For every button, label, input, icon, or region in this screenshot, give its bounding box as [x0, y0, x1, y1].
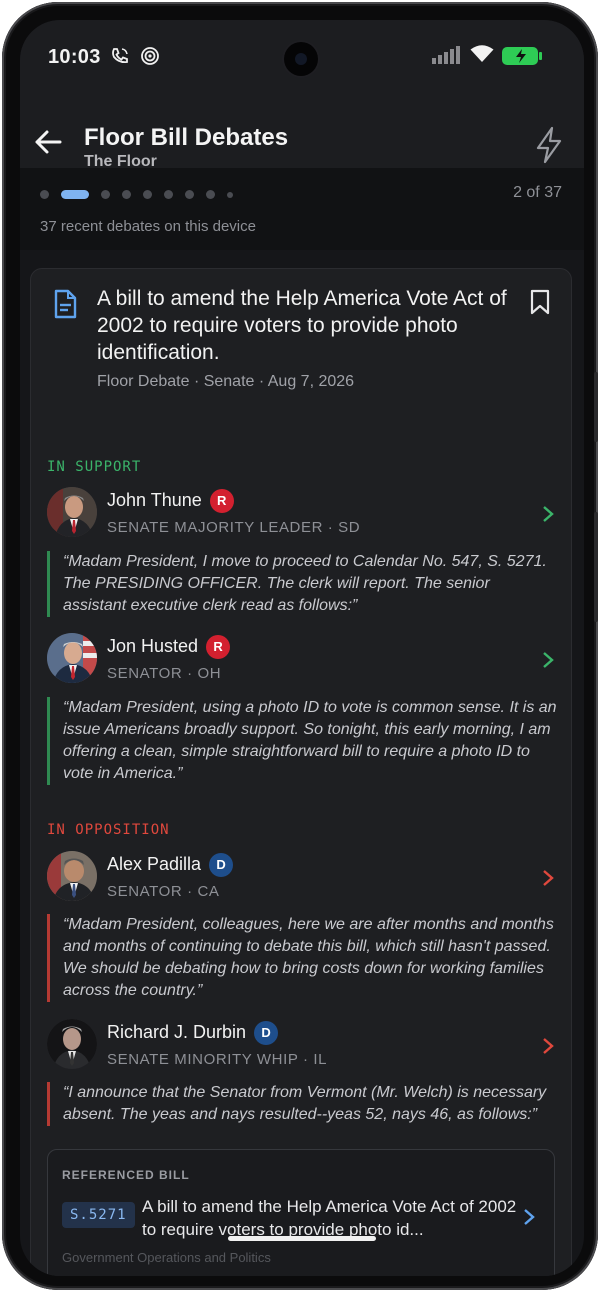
chevron-right-icon[interactable]: [541, 505, 555, 528]
speaker-role: SENATOR · OH: [107, 665, 222, 682]
wifi-icon: [470, 44, 494, 69]
page-dot-active[interactable]: [61, 190, 89, 199]
speaker-role: SENATOR · CA: [107, 883, 220, 900]
chevron-right-icon[interactable]: [541, 1037, 555, 1060]
page-dot[interactable]: [40, 190, 49, 199]
avatar: [47, 487, 97, 537]
page-title: Floor Bill Debates: [84, 124, 289, 151]
recent-debates-note: 37 recent debates on this device: [40, 218, 256, 235]
page-dot[interactable]: [206, 190, 215, 199]
speaker-name: Jon Husted R: [107, 635, 231, 659]
chevron-right-icon[interactable]: [541, 869, 555, 892]
clock: 10:03: [48, 46, 101, 68]
speaker-row-durbin[interactable]: Richard J. Durbin D SENATE MINORITY WHIP …: [47, 1019, 557, 1075]
signal-icon: [432, 46, 462, 69]
power-button: [594, 512, 598, 622]
bookmark-icon[interactable]: [529, 289, 551, 320]
referenced-bill-card[interactable]: REFERENCED BILL S.5271 A bill to amend t…: [47, 1149, 555, 1276]
speaker-row-husted[interactable]: Jon Husted R SENATOR · OH: [47, 633, 557, 689]
speaker-role: SENATE MAJORITY LEADER · SD: [107, 519, 361, 536]
page-counter: 2 of 37: [513, 184, 562, 201]
speaker-quote: “Madam President, colleagues, here we ar…: [47, 914, 557, 1002]
speaker-row-padilla[interactable]: Alex Padilla D SENATOR · CA: [47, 851, 557, 907]
lightning-bolt-icon[interactable]: [534, 126, 564, 169]
chevron-right-icon[interactable]: [541, 651, 555, 674]
speaker-name: Richard J. Durbin D: [107, 1021, 279, 1045]
hotspot-icon: [140, 46, 160, 71]
front-camera: [284, 42, 318, 76]
debate-title: A bill to amend the Help America Vote Ac…: [97, 287, 507, 364]
home-indicator[interactable]: [228, 1236, 376, 1241]
page-dot[interactable]: [101, 190, 110, 199]
in-support-label: IN SUPPORT: [47, 459, 142, 475]
page-dot[interactable]: [227, 191, 233, 198]
speaker-name: Alex Padilla D: [107, 853, 234, 877]
party-badge: D: [254, 1021, 279, 1045]
speaker-quote: “Madam President, I move to proceed to C…: [47, 551, 557, 617]
chevron-right-icon[interactable]: [522, 1208, 536, 1231]
document-icon: [53, 289, 77, 324]
referenced-bill-title: A bill to amend the Help America Vote Ac…: [142, 1197, 517, 1239]
party-badge: D: [209, 853, 234, 877]
phone-frame: 10:03 Floor Bill Debates The Floor 2 of …: [2, 2, 598, 1290]
speaker-role: SENATE MINORITY WHIP · IL: [107, 1051, 328, 1068]
bill-code-badge: S.5271: [62, 1202, 135, 1228]
avatar: [47, 851, 97, 901]
page-indicator[interactable]: [40, 190, 245, 199]
page-dot[interactable]: [185, 190, 194, 199]
party-badge: R: [206, 635, 231, 659]
page-dot[interactable]: [122, 190, 131, 199]
battery-charging-icon: [502, 46, 546, 71]
referenced-bill-category: Government Operations and Politics: [62, 1250, 271, 1265]
page-dot[interactable]: [164, 190, 173, 199]
speaker-quote: “I announce that the Senator from Vermon…: [47, 1082, 557, 1126]
avatar: [47, 633, 97, 683]
status-bar: 10:03: [20, 20, 584, 88]
volume-button: [594, 372, 598, 442]
screen: 10:03 Floor Bill Debates The Floor 2 of …: [20, 20, 584, 1276]
referenced-bill-label: REFERENCED BILL: [62, 1168, 190, 1182]
page-dot[interactable]: [143, 190, 152, 199]
back-arrow-icon[interactable]: [32, 126, 64, 163]
speaker-name: John Thune R: [107, 489, 234, 513]
wifi-calling-icon: [110, 46, 130, 71]
party-badge: R: [209, 489, 234, 513]
speaker-quote: “Madam President, using a photo ID to vo…: [47, 697, 557, 785]
debate-meta: Floor Debate · Senate · Aug 7, 2026: [97, 373, 355, 390]
avatar: [47, 1019, 97, 1069]
debate-card: A bill to amend the Help America Vote Ac…: [30, 268, 572, 1276]
speaker-row-thune[interactable]: John Thune R SENATE MAJORITY LEADER · SD: [47, 487, 557, 543]
debate-pager: 2 of 37 37 recent debates on this device: [20, 168, 584, 250]
in-opposition-label: IN OPPOSITION: [47, 822, 170, 838]
